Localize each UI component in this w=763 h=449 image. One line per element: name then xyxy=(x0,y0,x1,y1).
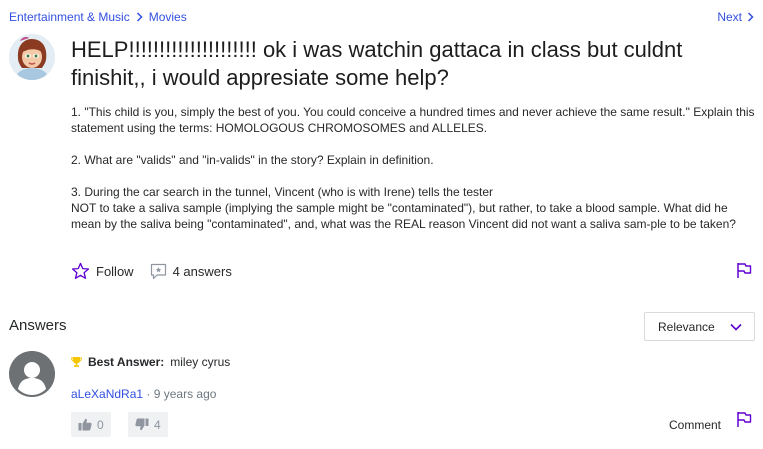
downvote-button[interactable]: 4 xyxy=(128,412,168,437)
breadcrumb: Entertainment & Music Movies xyxy=(9,10,187,24)
speech-bubble-icon xyxy=(150,263,173,280)
question-body-paragraph: 1. "This child is you, simply the best o… xyxy=(71,105,755,135)
asker-avatar[interactable] xyxy=(9,34,55,80)
answers-count-label: 4 answers xyxy=(172,263,232,279)
upvote-count: 0 xyxy=(97,417,104,432)
next-question-link[interactable]: Next xyxy=(717,10,754,24)
next-label: Next xyxy=(717,10,742,24)
question-actions: Follow 4 answers xyxy=(71,262,232,280)
answer-timestamp: 9 years ago xyxy=(153,387,217,401)
answers-count-button[interactable]: 4 answers xyxy=(150,263,232,280)
comment-button[interactable]: Comment xyxy=(669,418,721,432)
question-body-paragraph: NOT to take a saliva sample (implying th… xyxy=(71,201,736,231)
thumbs-up-icon xyxy=(78,418,97,431)
best-answer: Best Answer: miley cyrus xyxy=(71,355,230,369)
flag-icon[interactable] xyxy=(736,411,752,433)
follow-label: Follow xyxy=(96,263,134,279)
thumbs-down-icon xyxy=(135,418,154,431)
trophy-icon xyxy=(71,356,82,368)
upvote-button[interactable]: 0 xyxy=(71,412,111,437)
answer-author-link[interactable]: aLeXaNdRa1 xyxy=(71,387,143,401)
chevron-down-icon xyxy=(730,323,742,331)
flag-icon[interactable] xyxy=(736,262,752,284)
breadcrumb-subcategory-link[interactable]: Movies xyxy=(149,10,187,24)
best-answer-text: miley cyrus xyxy=(170,355,231,369)
breadcrumb-category-link[interactable]: Entertainment & Music xyxy=(9,10,130,24)
answerer-avatar[interactable] xyxy=(9,351,55,397)
question-body-paragraph: 3. During the car search in the tunnel, … xyxy=(71,185,493,199)
question-title: HELP!!!!!!!!!!!!!!!!!!!!! ok i was watch… xyxy=(71,37,683,90)
chevron-right-icon xyxy=(747,12,754,22)
meta-separator: · xyxy=(146,387,154,401)
star-outline-icon xyxy=(71,262,96,280)
chevron-right-icon xyxy=(136,12,143,22)
answer-meta: aLeXaNdRa1 · 9 years ago xyxy=(71,387,216,401)
question-body: 1. "This child is you, simply the best o… xyxy=(71,104,756,232)
best-answer-label: Best Answer: xyxy=(88,355,165,369)
sort-selected-value: Relevance xyxy=(658,319,715,334)
downvote-count: 4 xyxy=(154,417,161,432)
question-body-paragraph: 2. What are "valids" and "in-valids" in … xyxy=(71,153,434,167)
follow-button[interactable]: Follow xyxy=(71,262,134,280)
sort-dropdown[interactable]: Relevance xyxy=(644,312,755,341)
answers-heading: Answers xyxy=(9,317,67,334)
